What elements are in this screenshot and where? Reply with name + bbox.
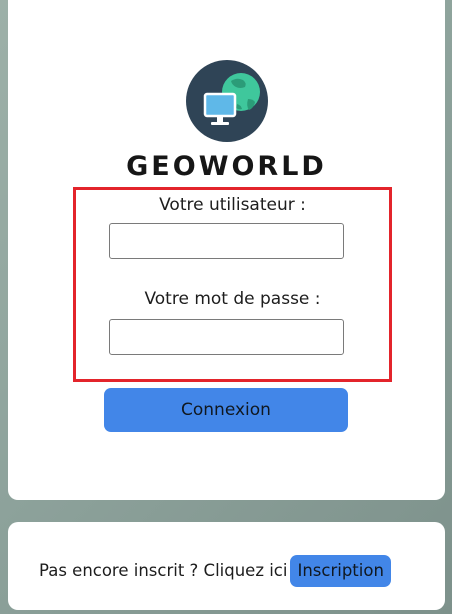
username-label: Votre utilisateur : [159,195,306,215]
signup-card: Pas encore inscrit ? Cliquez ici Inscrip… [8,522,445,610]
login-button[interactable]: Connexion [104,388,348,432]
brand-name: GEOWORLD [126,151,327,182]
signup-row: Pas encore inscrit ? Cliquez ici Inscrip… [39,555,391,587]
globe-computer-icon [186,60,268,142]
password-label: Votre mot de passe : [144,289,321,309]
login-form: Votre utilisateur : Votre mot de passe : [73,187,392,382]
username-input[interactable] [109,223,344,259]
signup-prompt: Pas encore inscrit ? Cliquez ici [39,561,288,580]
login-card: GEOWORLD Votre utilisateur : Votre mot d… [8,0,445,500]
logo [185,59,269,143]
signup-button[interactable]: Inscription [290,555,391,587]
password-input[interactable] [109,319,344,355]
